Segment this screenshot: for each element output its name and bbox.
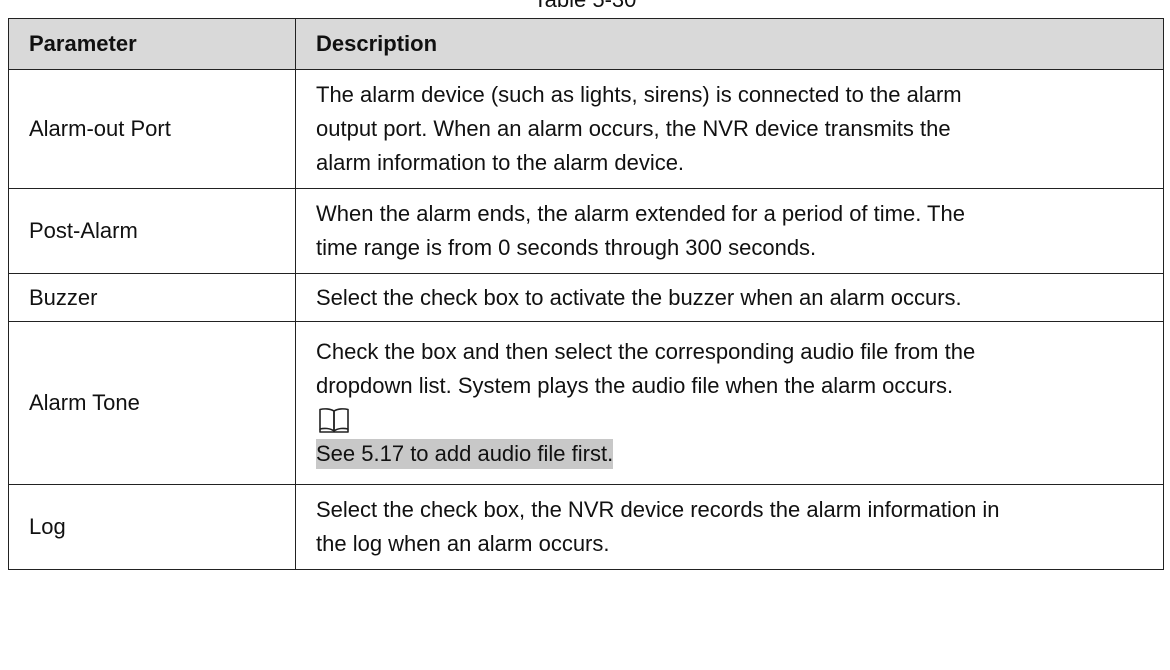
description-cell: Select the check box to activate the buz… [295,273,1164,322]
table-row: Alarm-out Port The alarm device (such as… [8,69,1164,189]
description-line: The alarm device (such as lights, sirens… [316,82,962,107]
table-row: Buzzer Select the check box to activate … [8,273,1164,322]
note-text: See 5.17 to add audio file first. [316,439,614,469]
description-cell: When the alarm ends, the alarm extended … [295,188,1164,274]
description-line: time range is from 0 seconds through 300… [316,235,817,260]
table-row: Log Select the check box, the NVR device… [8,484,1164,570]
parameter-cell: Alarm-out Port [8,69,296,189]
parameter-cell: Log [8,484,296,570]
description-line: dropdown list. System plays the audio fi… [316,373,954,398]
parameter-cell: Buzzer [8,273,296,322]
description-line: Select the check box, the NVR device rec… [316,497,1000,522]
parameter-cell: Post-Alarm [8,188,296,274]
description-line: output port. When an alarm occurs, the N… [316,116,951,141]
table-caption: Table 5-30 [0,0,1170,13]
description-cell: Check the box and then select the corres… [295,321,1164,485]
description-line: alarm information to the alarm device. [316,150,685,175]
description-line: the log when an alarm occurs. [316,531,610,556]
parameter-table: Parameter Description Alarm-out Port The… [8,18,1164,570]
parameter-cell: Alarm Tone [8,321,296,485]
open-book-note-icon [319,408,349,433]
column-header-parameter: Parameter [8,18,296,70]
description-cell: The alarm device (such as lights, sirens… [295,69,1164,189]
column-header-description: Description [295,18,1164,70]
description-line: Check the box and then select the corres… [316,339,976,364]
table-header-row: Parameter Description [8,18,1164,70]
table-row: Alarm Tone Check the box and then select… [8,321,1164,485]
description-line: Select the check box to activate the buz… [316,284,962,310]
description-line: When the alarm ends, the alarm extended … [316,201,965,226]
description-cell: Select the check box, the NVR device rec… [295,484,1164,570]
table-row: Post-Alarm When the alarm ends, the alar… [8,188,1164,274]
